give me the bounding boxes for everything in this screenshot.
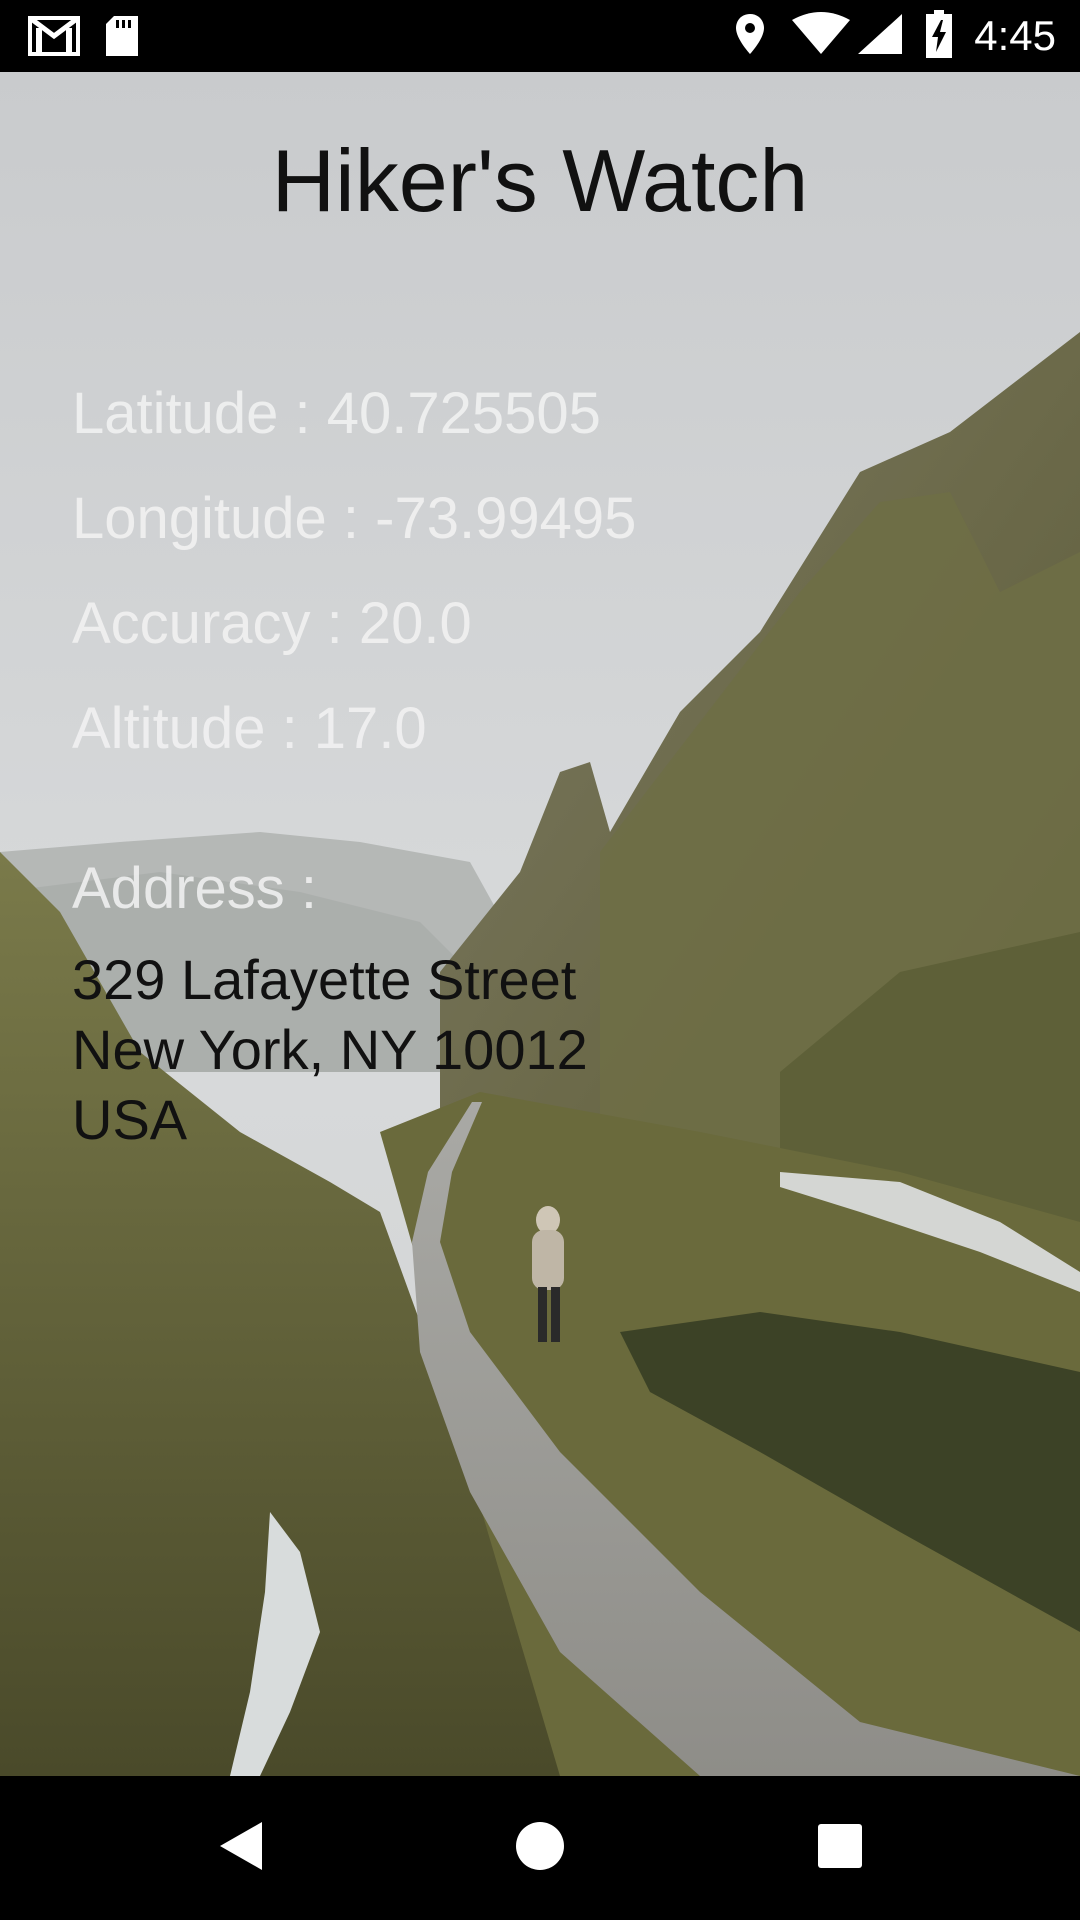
- gmail-icon: [28, 14, 80, 62]
- address-line-3: USA: [72, 1088, 188, 1151]
- sd-card-icon: [104, 14, 140, 62]
- status-bar: 4:45: [0, 0, 1080, 72]
- back-button[interactable]: [160, 1776, 320, 1920]
- clock: 4:45: [974, 12, 1056, 59]
- longitude-text: Longitude : -73.99495: [72, 486, 637, 551]
- home-icon: [515, 1821, 565, 1875]
- battery-charging-icon: [926, 10, 953, 62]
- recents-button[interactable]: [760, 1776, 920, 1920]
- location-icon: [734, 12, 766, 60]
- address-value: 329 Lafayette Street New York, NY 10012 …: [72, 945, 588, 1155]
- address-label: Address :: [72, 856, 317, 921]
- background-image: [0, 72, 1080, 1776]
- home-button[interactable]: [460, 1776, 620, 1920]
- address-line-2: New York, NY 10012: [72, 1018, 588, 1081]
- wifi-icon: [792, 12, 851, 60]
- latitude-text: Latitude : 40.725505: [72, 381, 601, 446]
- navigation-bar: [0, 1776, 1080, 1920]
- accuracy-text: Accuracy : 20.0: [72, 591, 472, 656]
- recents-icon: [817, 1823, 863, 1873]
- altitude-text: Altitude : 17.0: [72, 696, 427, 761]
- app-title: Hiker's Watch: [271, 131, 809, 230]
- signal-icon: [856, 12, 903, 60]
- back-icon: [216, 1820, 264, 1876]
- address-line-1: 329 Lafayette Street: [72, 948, 577, 1011]
